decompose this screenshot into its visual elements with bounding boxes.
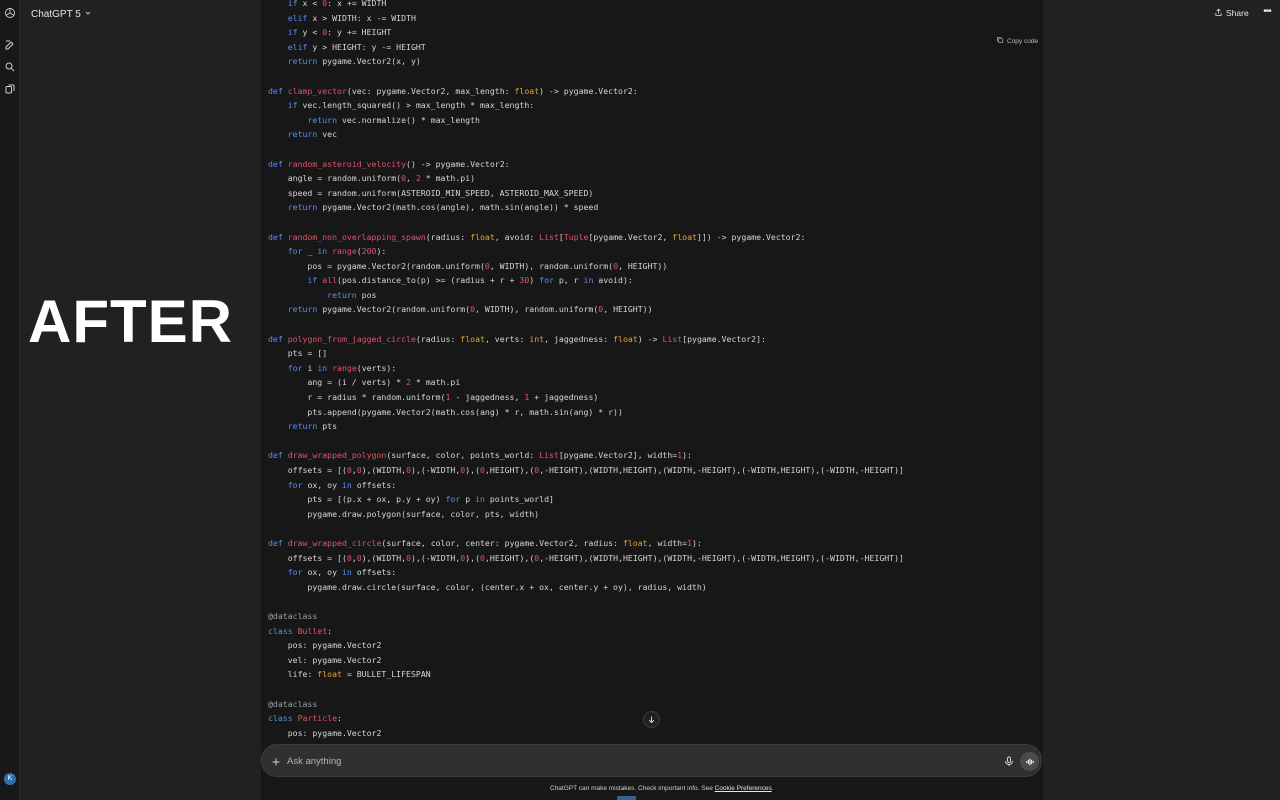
code-line: offsets = [(0,0),(WIDTH,0),(-WIDTH,0),(0… bbox=[268, 465, 904, 475]
model-selector-button[interactable]: ChatGPT 5 bbox=[31, 6, 92, 22]
code-line: pos: pygame.Vector2 bbox=[268, 640, 382, 651]
chevron-down-icon bbox=[84, 9, 92, 20]
code-line: elif x > WIDTH: x -= WIDTH bbox=[287, 12, 416, 23]
code-line: for _ in range(200): bbox=[287, 246, 387, 257]
after-overlay-label: AFTER bbox=[28, 288, 233, 355]
microphone-icon[interactable] bbox=[1003, 755, 1015, 768]
code-line: if vec.length_squared() > max_length * m… bbox=[287, 100, 535, 111]
share-icon bbox=[1214, 8, 1223, 19]
code-line: return vec.normalize() * max_length bbox=[307, 114, 480, 125]
code-line: pts = [(p.x + ox, p.y + oy) for p in poi… bbox=[268, 494, 554, 505]
code-line: @dataclass bbox=[268, 610, 318, 621]
code-line: return pygame.Vector2(random.uniform(0, … bbox=[287, 304, 653, 315]
code-line: pygame.draw.polygon(surface, color, pts,… bbox=[268, 508, 540, 519]
code-line: for i in range(verts): bbox=[287, 362, 397, 373]
arrow-down-icon bbox=[647, 711, 656, 729]
scroll-to-bottom-button[interactable] bbox=[643, 711, 660, 728]
code-line: if x < 0: x += WIDTH bbox=[287, 0, 387, 8]
code-line: @dataclass bbox=[268, 698, 318, 709]
code-line: pts.append(pygame.Vector2(math.cos(ang) … bbox=[268, 406, 623, 417]
disclaimer-suffix: . bbox=[771, 785, 774, 792]
voice-mode-button[interactable] bbox=[1020, 752, 1039, 771]
code-line: pts = [] bbox=[268, 348, 328, 359]
cookie-preferences-link[interactable]: Cookie Preferences bbox=[715, 785, 772, 792]
code-line: return pygame.Vector2(math.cos(angle), m… bbox=[287, 202, 599, 213]
more-options-button[interactable]: ••• bbox=[1260, 6, 1274, 20]
share-label: Share bbox=[1226, 8, 1249, 18]
code-line: def random_asteroid_velocity() -> pygame… bbox=[268, 158, 510, 169]
prompt-input[interactable] bbox=[287, 753, 987, 769]
code-line: if all(pos.distance_to(p) >= (radius + r… bbox=[307, 275, 633, 286]
code-line: return pts bbox=[287, 421, 338, 432]
code-line: def draw_wrapped_circle(surface, color, … bbox=[268, 537, 702, 548]
code-line: for ox, oy in offsets: bbox=[287, 479, 397, 490]
disclaimer-text: ChatGPT can make mistakes. Check importa… bbox=[550, 785, 715, 792]
disclaimer: ChatGPT can make mistakes. Check importa… bbox=[550, 785, 774, 792]
model-label: ChatGPT 5 bbox=[31, 8, 81, 20]
code-line: for ox, oy in offsets: bbox=[287, 567, 397, 578]
code-content: if x < 0: x += WIDTH elif x > WIDTH: x -… bbox=[268, 0, 1028, 740]
left-rail: K bbox=[0, 0, 20, 800]
code-line: def random_non_overlapping_spawn(radius:… bbox=[268, 231, 806, 242]
code-line: speed = random.uniform(ASTEROID_MIN_SPEE… bbox=[268, 187, 594, 198]
code-line: class Bullet: bbox=[268, 625, 333, 636]
code-line: def polygon_from_jagged_circle(radius: f… bbox=[268, 333, 766, 344]
code-line: def draw_wrapped_polygon(surface, color,… bbox=[268, 450, 692, 461]
code-line: vel: pygame.Vector2 bbox=[268, 654, 382, 665]
code-line: def clamp_vector(vec: pygame.Vector2, ma… bbox=[268, 85, 638, 96]
code-line: return vec bbox=[287, 129, 338, 140]
openai-logo-icon[interactable] bbox=[4, 7, 16, 19]
taskbar-indicator bbox=[617, 796, 636, 800]
code-line: pos = pygame.Vector2(random.uniform(0, W… bbox=[268, 260, 668, 271]
code-line: if y < 0: y += HEIGHT bbox=[287, 27, 392, 38]
code-line: return pos bbox=[327, 289, 377, 300]
library-icon[interactable] bbox=[4, 83, 16, 95]
code-line: angle = random.uniform(0, 2 * math.pi) bbox=[268, 173, 476, 184]
code-line: life: float = BULLET_LIFESPAN bbox=[268, 669, 431, 680]
code-line: elif y > HEIGHT: y -= HEIGHT bbox=[287, 41, 426, 52]
code-line: offsets = [(0,0),(WIDTH,0),(-WIDTH,0),(0… bbox=[268, 552, 904, 563]
code-line: return pygame.Vector2(x, y) bbox=[287, 56, 421, 67]
composer bbox=[261, 744, 1042, 777]
share-button[interactable]: Share bbox=[1214, 6, 1249, 20]
plus-icon[interactable] bbox=[270, 755, 282, 767]
search-icon[interactable] bbox=[4, 61, 16, 73]
code-line: pygame.draw.circle(surface, color, (cent… bbox=[268, 581, 707, 592]
code-line: ang = (i / verts) * 2 * math.pi bbox=[268, 377, 461, 388]
avatar[interactable]: K bbox=[4, 773, 16, 785]
new-chat-icon[interactable] bbox=[4, 39, 16, 51]
waveform-icon bbox=[1025, 758, 1034, 765]
code-line: r = radius * random.uniform(1 - jaggedne… bbox=[268, 392, 599, 403]
